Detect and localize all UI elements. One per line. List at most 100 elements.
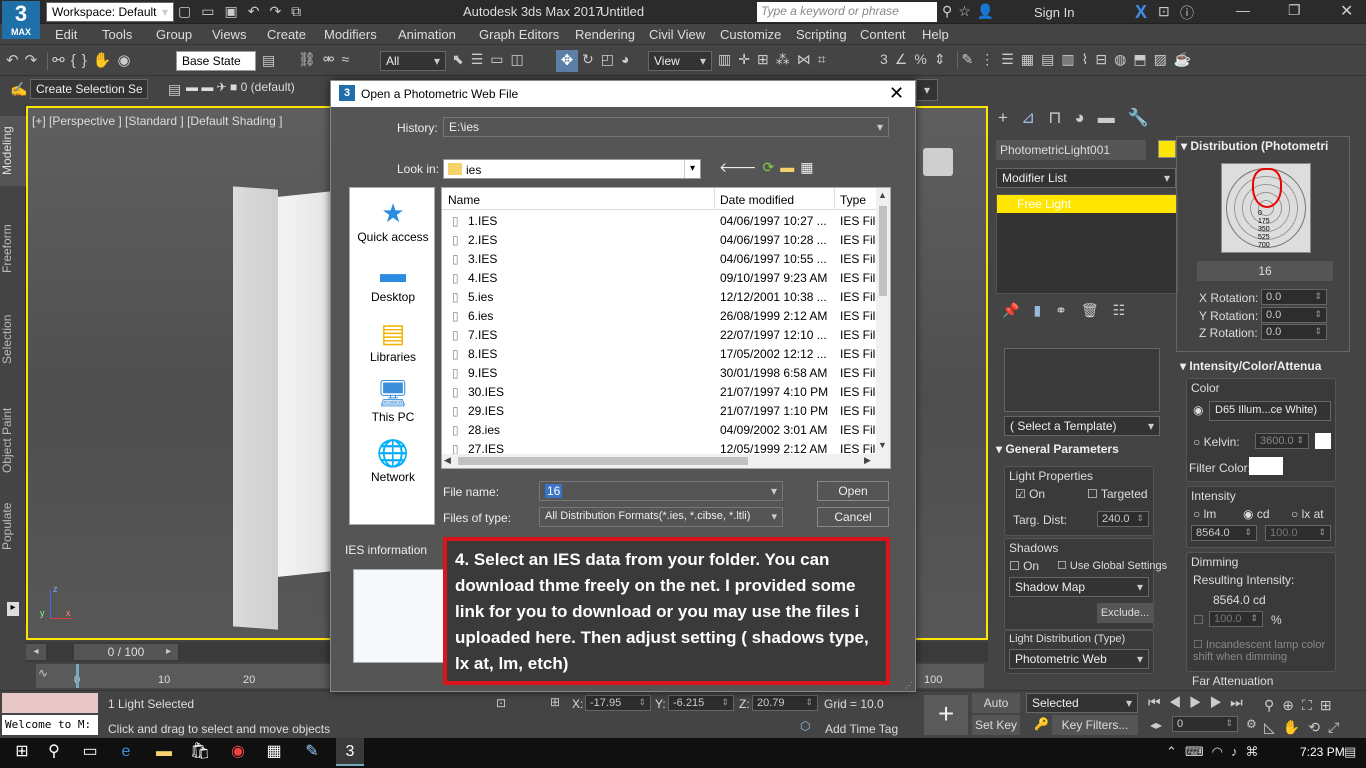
file-row[interactable]: ▯ 9.IES 30/01/1998 6:58 AM IES File <box>442 364 876 383</box>
unlink-icon[interactable]: ⚮ <box>323 51 342 67</box>
prev-frame-button[interactable]: ◂ <box>26 644 46 660</box>
intensity-rollout-header[interactable]: ▾ Intensity/Color/Attenua <box>1180 359 1321 373</box>
kelvin-swatch[interactable] <box>1315 433 1331 449</box>
nav-desktop[interactable]: ▬ Desktop <box>350 258 436 304</box>
motion-tab-icon[interactable]: ◕ <box>1074 108 1097 127</box>
exchange-icon[interactable]: X <box>1135 2 1147 23</box>
template-dropdown[interactable]: ( Select a Template) <box>1004 416 1160 436</box>
cd-radio[interactable]: ◉ cd <box>1243 507 1270 521</box>
menu-group[interactable]: Group <box>156 27 212 42</box>
nav-libraries[interactable]: ▤ Libraries <box>350 318 436 364</box>
paint-icon[interactable]: ✎ <box>298 738 326 766</box>
up-folder-icon[interactable]: ⟳ <box>763 159 781 175</box>
display-tab-icon[interactable]: ▬ <box>1098 108 1128 127</box>
filetype-dropdown[interactable]: All Distribution Formats(*.ies, *.cibse,… <box>539 507 783 527</box>
next-frame-button[interactable]: ▸ <box>166 644 180 660</box>
workspace-dropdown[interactable]: Workspace: Default <box>46 2 174 22</box>
zoom-all-icon[interactable]: ⊕ <box>1282 697 1302 713</box>
volume-icon[interactable]: ♪ <box>1231 744 1246 759</box>
scene-explorer-icon[interactable]: ▦ <box>1021 51 1041 67</box>
utilities-tab-icon[interactable]: 🔧 <box>1128 108 1162 127</box>
time-config-icon[interactable]: ⚙ <box>1246 717 1257 731</box>
goto-end-icon[interactable]: ⏭ <box>1230 694 1251 710</box>
targeted-checkbox[interactable]: ☐ Targeted <box>1087 487 1148 501</box>
back-icon[interactable]: 🡐 <box>719 159 763 175</box>
set-key-big-button[interactable]: + <box>924 695 968 735</box>
file-row[interactable]: ▯ 29.IES 21/07/1997 1:10 PM IES File <box>442 402 876 421</box>
modifier-list-dropdown[interactable]: Modifier List <box>996 168 1176 188</box>
file-row[interactable]: ▯ 27.IES 12/05/1999 2:12 AM IES File <box>442 440 876 454</box>
maximize-viewport-icon[interactable]: ⤢ <box>1328 719 1347 735</box>
add-time-tag[interactable]: Add Time Tag <box>825 722 898 736</box>
scroll-left-icon[interactable]: ◀ <box>444 455 451 466</box>
ribbon-expand-icon[interactable]: ▸ <box>7 602 19 616</box>
make-unique-icon[interactable]: ⚭ <box>1055 302 1081 318</box>
undo-icon[interactable]: ↶ <box>248 3 270 19</box>
preset-radio[interactable]: ◉ <box>1193 403 1203 417</box>
targ-dist-field[interactable]: 240.0 <box>1097 511 1149 527</box>
select-link-icon[interactable]: ⛓ <box>298 51 323 67</box>
app-logo[interactable]: 3 MAX <box>2 1 40 39</box>
auto-key-button[interactable]: Auto Key <box>972 693 1020 730</box>
binoculars-icon[interactable]: ⚲ <box>942 3 958 19</box>
store-icon[interactable]: 🛍 <box>186 738 214 766</box>
view-menu-icon[interactable]: ▦ <box>800 159 819 175</box>
open-file-icon[interactable]: ▭ <box>201 3 224 19</box>
edit-named-selection-icon[interactable]: ✍ <box>10 81 27 98</box>
create-tab-icon[interactable]: + <box>998 108 1021 127</box>
snaps-toggle-icon[interactable]: 3 <box>880 51 895 67</box>
file-list[interactable]: Name Date modified Type ▯ 1.IES 04/06/1997… <box>441 187 891 469</box>
layer-manager-icon[interactable]: ▤ <box>168 81 181 98</box>
bind-warp-icon[interactable]: ≈ <box>342 51 357 67</box>
shadows-on-checkbox[interactable]: ☐ On <box>1009 559 1039 573</box>
select-by-name-icon[interactable]: ☰ <box>471 51 491 67</box>
layer-dropdown[interactable]: ▬ ▬ ✈ ■ 0 (default) <box>186 80 295 94</box>
column-date[interactable]: Date modified <box>720 193 794 207</box>
prev-key-icon[interactable]: ◀ <box>1169 694 1190 710</box>
distribution-title[interactable]: ▾ Distribution (Photometri <box>1181 139 1328 153</box>
isolate-icon[interactable]: ⊡ <box>496 696 506 710</box>
select-object-icon[interactable]: ⬉ <box>452 51 471 67</box>
align2-icon[interactable]: ☰ <box>1001 51 1021 67</box>
open-button[interactable]: Open <box>817 481 889 501</box>
key-mode-dropdown[interactable]: Selected <box>1026 693 1138 713</box>
orbit-icon[interactable]: ⟲ <box>1308 719 1328 735</box>
pivot-icon[interactable]: ▥ <box>718 51 738 67</box>
scroll-thumb[interactable] <box>879 206 887 296</box>
notification-icon[interactable]: ▤ <box>1344 744 1356 760</box>
tab-object-paint[interactable]: Object Paint <box>0 404 26 476</box>
tab-modeling[interactable]: Modeling <box>0 116 26 186</box>
curve-editor-icon[interactable]: ⌇ <box>1082 51 1096 67</box>
close-button[interactable]: ✕ <box>1340 1 1353 21</box>
menu-tools[interactable]: Tools <box>102 27 156 42</box>
lx-distance-field[interactable]: 100.0 <box>1265 525 1331 541</box>
next-key-icon[interactable]: ▶ <box>1210 694 1231 710</box>
language-icon[interactable]: ⌘ <box>1246 744 1267 759</box>
hierarchy-tab-icon[interactable]: ⊓ <box>1048 108 1074 127</box>
edge-icon[interactable]: e <box>112 738 140 766</box>
state-set-icon[interactable]: ▤ <box>262 52 275 69</box>
ime-icon[interactable]: ⌨ <box>1185 744 1212 759</box>
file-row[interactable]: ▯ 2.IES 04/06/1997 10:28 ... IES File <box>442 231 876 250</box>
nav-quick-access[interactable]: ★ Quick access <box>350 198 436 244</box>
redo-icon[interactable]: ↷ <box>25 52 44 69</box>
tab-freeform[interactable]: Freeform <box>0 214 26 284</box>
angle-snap-icon[interactable]: ∠ <box>895 51 915 67</box>
light-dist-dropdown[interactable]: Photometric Web <box>1009 649 1149 669</box>
sign-in-link[interactable]: Sign In <box>1034 5 1074 20</box>
lx-radio[interactable]: ○ lx at <box>1291 507 1324 521</box>
link-icon[interactable]: ⚯ <box>52 52 71 69</box>
zoom-extents-all-icon[interactable]: ⊞ <box>1320 697 1340 713</box>
maximize-button[interactable]: ❐ <box>1288 2 1301 19</box>
cancel-button[interactable]: Cancel <box>817 507 889 527</box>
wall-object[interactable] <box>233 186 278 630</box>
rect-select-icon[interactable]: ▭ <box>490 51 510 67</box>
y-rotation-field[interactable]: 0.0 <box>1261 307 1327 323</box>
resize-grip-icon[interactable]: ⋰ <box>905 681 913 690</box>
taskbar-clock[interactable]: 7:23 PM <box>1300 745 1345 759</box>
move-icon[interactable]: ✥ <box>556 50 578 72</box>
redo-icon[interactable]: ↷ <box>269 3 291 19</box>
modify-tab-icon[interactable]: ⊿ <box>1021 108 1048 127</box>
help-icon[interactable]: ⓘ <box>1180 3 1194 23</box>
zoom-extents-icon[interactable]: ⛶ <box>1302 697 1320 713</box>
